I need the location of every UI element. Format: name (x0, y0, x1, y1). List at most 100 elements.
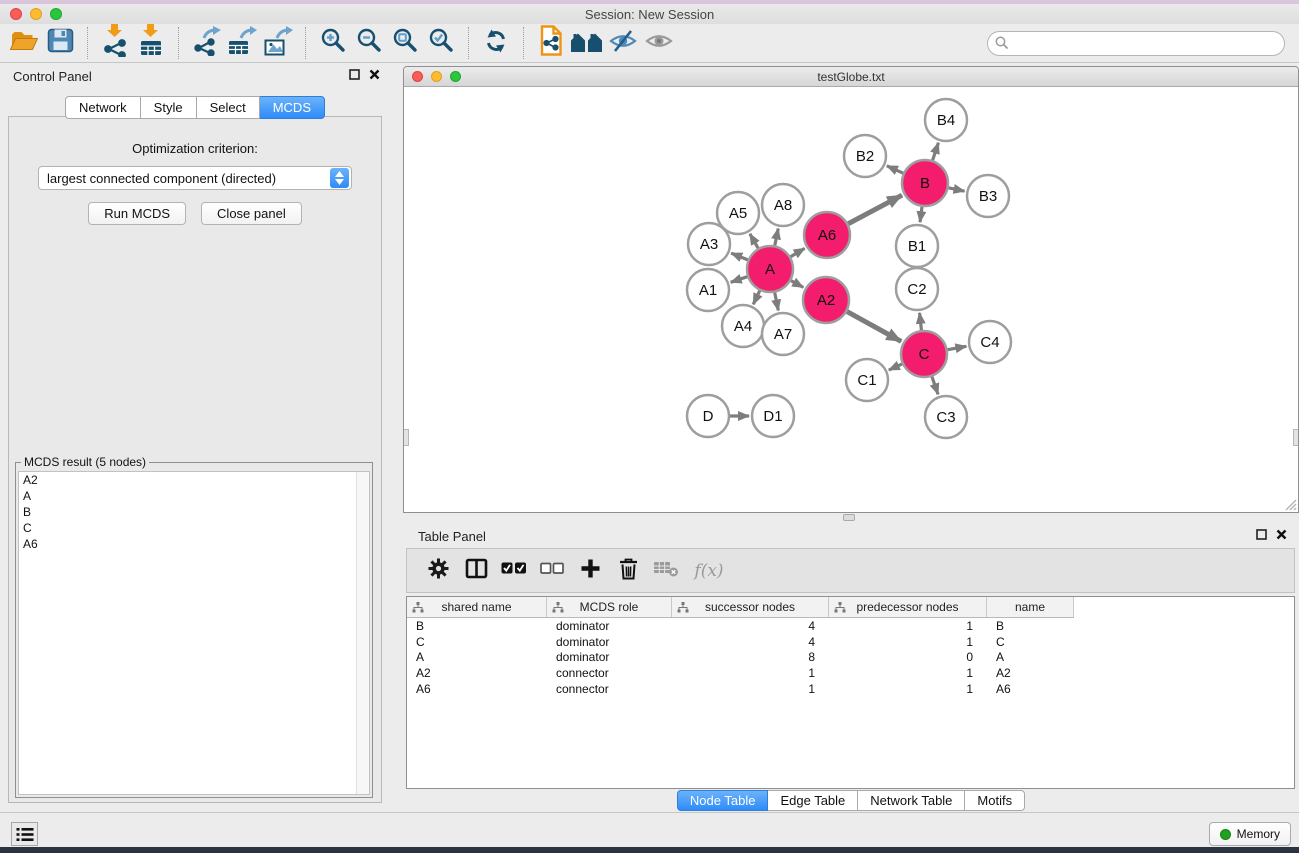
graph-node-A[interactable]: A (747, 246, 793, 292)
splitter-grip-right[interactable] (1293, 429, 1298, 446)
mcds-result-item[interactable]: A (19, 488, 369, 504)
column-header-MCDS-role[interactable]: MCDS role (547, 597, 672, 617)
column-header-predecessor-nodes[interactable]: predecessor nodes (829, 597, 987, 617)
graph-node-D[interactable]: D (687, 395, 729, 437)
graph-edge-A6-B[interactable] (848, 195, 902, 224)
graph-node-A7[interactable]: A7 (762, 313, 804, 355)
table-settings-button[interactable] (421, 554, 455, 588)
graph-node-B2[interactable]: B2 (844, 135, 886, 177)
search-input[interactable] (987, 31, 1285, 56)
panel-divider-grip[interactable] (843, 514, 855, 521)
graph-node-C4[interactable]: C4 (969, 321, 1011, 363)
export-table-button[interactable] (224, 25, 260, 61)
graph-edge-A-A2[interactable] (791, 281, 803, 288)
show-all-networks-button[interactable] (569, 25, 605, 61)
table-row[interactable]: A6connector11A6 (407, 681, 1294, 697)
graph-edge-A-A8[interactable] (775, 229, 778, 246)
resize-corner-icon[interactable] (1284, 498, 1297, 511)
mcds-result-item[interactable]: A2 (19, 472, 369, 488)
graph-node-A6[interactable]: A6 (804, 212, 850, 258)
graph-edge-A-A5[interactable] (750, 234, 758, 248)
zoom-out-button[interactable] (351, 25, 387, 61)
function-builder-button[interactable]: f(x) (687, 554, 731, 588)
graph-node-A5[interactable]: A5 (717, 192, 759, 234)
mcds-result-item[interactable]: B (19, 504, 369, 520)
close-panel-icon[interactable] (369, 67, 380, 85)
graph-node-B1[interactable]: B1 (896, 225, 938, 267)
graph-edge-A-A7[interactable] (775, 293, 779, 311)
mcds-result-item[interactable]: A6 (19, 536, 369, 552)
graph-node-B4[interactable]: B4 (925, 99, 967, 141)
delete-column-button[interactable] (611, 554, 645, 588)
graph-node-C2[interactable]: C2 (896, 268, 938, 310)
import-table-button[interactable] (133, 25, 169, 61)
graph-node-A2[interactable]: A2 (803, 277, 849, 323)
graph-node-B[interactable]: B (902, 160, 948, 206)
graph-edge-C-C1[interactable] (889, 364, 902, 370)
delete-table-button[interactable] (649, 554, 683, 588)
graph-node-C[interactable]: C (901, 331, 947, 377)
criterion-select[interactable]: largest connected component (directed) (38, 166, 352, 190)
table-row[interactable]: A2connector11A2 (407, 665, 1294, 681)
graph-edge-B-B4[interactable] (933, 143, 939, 160)
mcds-result-item[interactable]: C (19, 520, 369, 536)
graph-node-A8[interactable]: A8 (762, 184, 804, 226)
tab-style[interactable]: Style (141, 96, 197, 119)
network-from-selection-button[interactable] (533, 25, 569, 61)
column-header-successor-nodes[interactable]: successor nodes (672, 597, 829, 617)
close-table-panel-icon[interactable] (1276, 527, 1287, 545)
save-session-button[interactable] (42, 25, 78, 61)
graph-edge-A-A6[interactable] (791, 248, 805, 256)
graph-edge-C-C4[interactable] (948, 346, 967, 349)
memory-button[interactable]: Memory (1209, 822, 1291, 846)
table-row[interactable]: Cdominator41C (407, 634, 1294, 650)
show-hidden-button[interactable] (641, 25, 677, 61)
graph-node-A4[interactable]: A4 (722, 305, 764, 347)
select-all-button[interactable] (497, 554, 531, 588)
graph-edge-A2-C[interactable] (847, 312, 901, 342)
tab-edge-table[interactable]: Edge Table (768, 790, 858, 811)
table-row[interactable]: Bdominator41B (407, 618, 1294, 634)
show-columns-button[interactable] (459, 554, 493, 588)
graph-edge-A-A3[interactable] (731, 253, 748, 260)
close-panel-button[interactable]: Close panel (201, 202, 302, 225)
export-image-button[interactable] (260, 25, 296, 61)
graph-node-D1[interactable]: D1 (752, 395, 794, 437)
float-table-panel-icon[interactable] (1256, 527, 1267, 545)
tab-mcds[interactable]: MCDS (260, 96, 325, 119)
run-mcds-button[interactable]: Run MCDS (88, 202, 186, 225)
graph-edge-C-C3[interactable] (932, 377, 938, 395)
zoom-in-button[interactable] (315, 25, 351, 61)
zoom-fit-button[interactable] (387, 25, 423, 61)
graph-edge-B-B1[interactable] (920, 207, 922, 222)
tab-network[interactable]: Network (65, 96, 141, 119)
column-header-name[interactable]: name (987, 597, 1074, 617)
graph-edge-A-A1[interactable] (731, 277, 748, 283)
import-network-button[interactable] (97, 25, 133, 61)
splitter-grip-left[interactable] (404, 429, 409, 446)
graph-node-A1[interactable]: A1 (687, 269, 729, 311)
tab-node-table[interactable]: Node Table (677, 790, 769, 811)
tab-network-table[interactable]: Network Table (858, 790, 965, 811)
table-row[interactable]: Adominator80A (407, 650, 1294, 666)
graph-edge-C-C2[interactable] (920, 313, 922, 330)
graph-node-B3[interactable]: B3 (967, 175, 1009, 217)
graph-node-C3[interactable]: C3 (925, 396, 967, 438)
deselect-all-button[interactable] (535, 554, 569, 588)
graph-edge-B-B3[interactable] (949, 188, 965, 191)
export-network-button[interactable] (188, 25, 224, 61)
graph-node-C1[interactable]: C1 (846, 359, 888, 401)
add-column-button[interactable] (573, 554, 607, 588)
tab-motifs[interactable]: Motifs (965, 790, 1025, 811)
task-history-button[interactable] (11, 822, 38, 846)
column-header-shared-name[interactable]: shared name (407, 597, 547, 617)
network-window-titlebar[interactable]: testGlobe.txt (404, 67, 1298, 87)
zoom-selected-button[interactable] (423, 25, 459, 61)
network-canvas[interactable]: AA1A2A3A4A5A6A7A8BB1B2B3B4CC1C2C3C4DD1 (404, 87, 1298, 512)
graph-edge-A-A4[interactable] (753, 291, 759, 305)
refresh-button[interactable] (478, 25, 514, 61)
result-list-scrollbar[interactable] (356, 472, 369, 794)
float-panel-icon[interactable] (349, 67, 360, 85)
tab-select[interactable]: Select (197, 96, 260, 119)
hide-selected-button[interactable] (605, 25, 641, 61)
